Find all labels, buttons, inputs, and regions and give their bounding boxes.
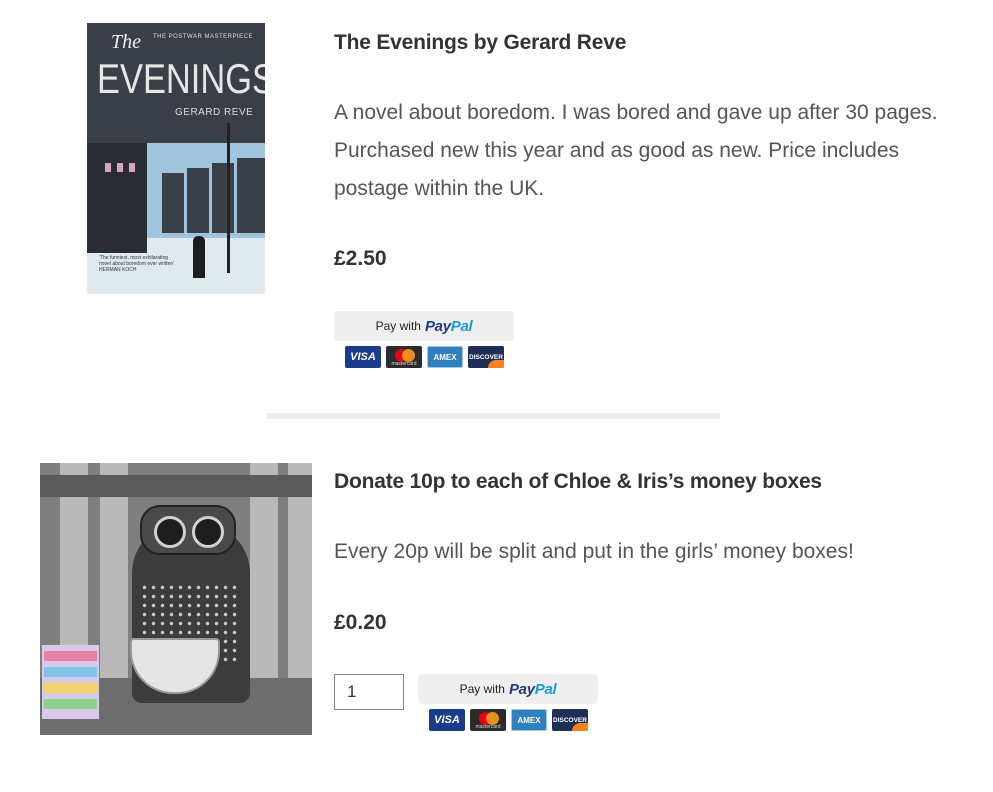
- cover-building: [237, 158, 265, 233]
- card-logos: VISA mastercard AMEX DISCOVER: [334, 346, 514, 368]
- bench-rail: [40, 475, 312, 497]
- paypal-pay-button[interactable]: Pay with PayPal: [418, 674, 598, 704]
- quantity-input[interactable]: 1: [334, 674, 404, 710]
- pay-with-label: Pay with: [459, 682, 505, 696]
- paypal-logo: PayPal: [424, 317, 473, 335]
- product-description: A novel about boredom. I was bored and g…: [334, 101, 938, 200]
- paypal-checkout: Pay with PayPal VISA mastercard AMEX DIS…: [334, 311, 514, 368]
- mastercard-icon: mastercard: [386, 346, 422, 368]
- cover-building: [187, 168, 209, 233]
- cover-window: [117, 163, 123, 172]
- cover-window: [129, 163, 135, 172]
- book-cover-image[interactable]: THE POSTWAR MASTERPIECE The EVENINGS GER…: [87, 23, 265, 294]
- discover-icon: DISCOVER: [468, 346, 504, 368]
- mastercard-icon: mastercard: [470, 709, 506, 731]
- money-box: [42, 645, 99, 719]
- binoculars: [140, 505, 236, 555]
- amex-icon: AMEX: [511, 709, 547, 731]
- paypal-logo: PayPal: [508, 680, 557, 698]
- cover-figure: [193, 236, 205, 278]
- visa-icon: VISA: [429, 709, 465, 731]
- product-title: Donate 10p to each of Chloe & Iris’s mon…: [334, 470, 822, 493]
- paypal-checkout: Pay with PayPal VISA mastercard AMEX DIS…: [418, 674, 598, 731]
- cover-lamppost: [227, 123, 230, 273]
- product-description: Every 20p will be split and put in the g…: [334, 540, 854, 563]
- card-logos: VISA mastercard AMEX DISCOVER: [418, 709, 598, 731]
- pay-with-label: Pay with: [375, 319, 421, 333]
- paypal-pay-button[interactable]: Pay with PayPal: [334, 311, 514, 341]
- cover-title-small: The: [111, 31, 141, 53]
- cover-title-big: EVENINGS: [97, 55, 265, 102]
- product-title: The Evenings by Gerard Reve: [334, 31, 627, 54]
- cover-author: GERARD REVE: [175, 107, 254, 118]
- cover-quote: 'The funniest, most exhilarating novel a…: [99, 255, 175, 273]
- visa-icon: VISA: [345, 346, 381, 368]
- product-divider: [267, 413, 720, 419]
- product-price: £2.50: [334, 247, 387, 270]
- cover-building: [87, 143, 147, 253]
- amex-icon: AMEX: [427, 346, 463, 368]
- product-evenings: THE POSTWAR MASTERPIECE The EVENINGS GER…: [0, 0, 993, 400]
- discover-icon: DISCOVER: [552, 709, 588, 731]
- child-photo-image[interactable]: [40, 463, 312, 735]
- cover-series-label: THE POSTWAR MASTERPIECE: [153, 34, 253, 40]
- cover-building: [212, 163, 234, 233]
- cover-building: [162, 173, 184, 233]
- product-price: £0.20: [334, 611, 387, 634]
- cover-window: [105, 163, 111, 172]
